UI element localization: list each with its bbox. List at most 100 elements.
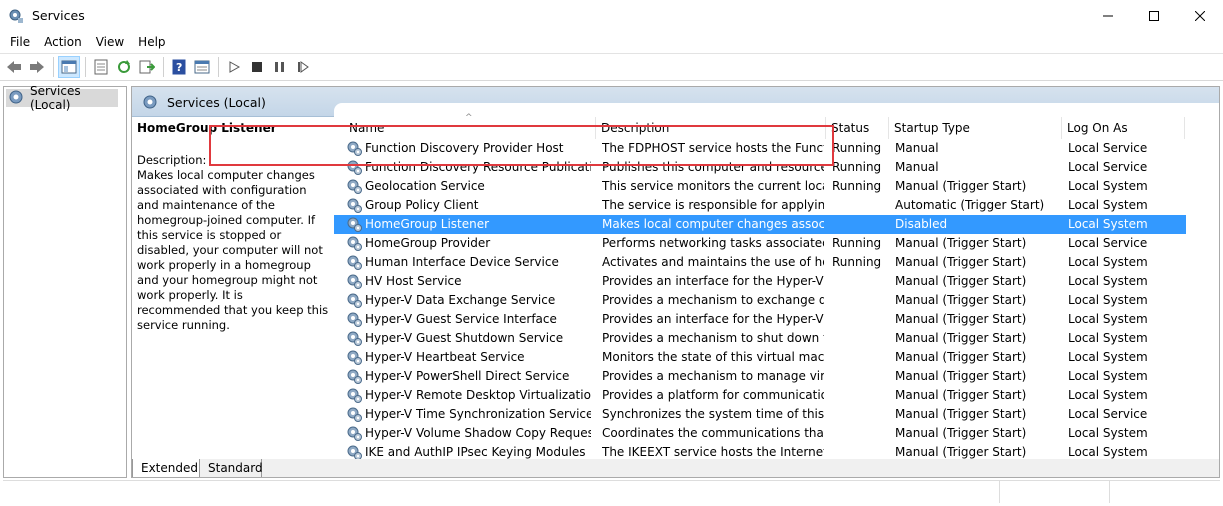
service-log-on-as: Local System [1068,350,1148,364]
service-log-on-as: Local System [1068,179,1148,193]
maximize-button[interactable] [1131,0,1177,31]
service-log-on-as: Local System [1068,293,1148,307]
properties-icon[interactable] [90,56,112,78]
table-row[interactable]: Function Discovery Resource Publication P… [334,158,1186,177]
service-description: Coordinates the communications that ... [602,426,824,440]
status-pane [1000,481,1110,503]
service-status [832,196,890,215]
column-description[interactable]: Description [596,117,826,139]
table-row[interactable]: Hyper-V Time Synchronization Service Sync… [334,405,1186,424]
service-startup-type: Manual [895,141,939,155]
menu-file[interactable]: File [3,35,37,49]
table-row-selected[interactable]: HomeGroup Listener Makes local computer c… [334,215,1186,234]
service-status [832,215,890,234]
gear-icon [8,89,24,108]
table-row[interactable]: Function Discovery Provider Host The FDPH… [334,139,1186,158]
table-row[interactable]: HV Host Service Provides an interface for… [334,272,1186,291]
service-gear-icon [346,235,363,252]
service-startup-type: Manual (Trigger Start) [895,312,1027,326]
service-log-on-as: Local Service [1068,407,1148,421]
service-status [832,329,890,348]
service-status [832,424,890,443]
selected-service-title: HomeGroup Listener [137,121,277,135]
table-row[interactable]: Hyper-V Data Exchange Service Provides a … [334,291,1186,310]
play-icon[interactable] [223,56,245,78]
status-pane [3,481,1000,503]
toolbar: ? [0,53,1223,81]
column-name[interactable]: Name [344,117,596,139]
table-row[interactable]: Hyper-V Heartbeat Service Monitors the st… [334,348,1186,367]
forward-arrow-icon[interactable] [26,56,48,78]
service-startup-type: Disabled [895,217,948,231]
console-tree-icon[interactable] [191,56,213,78]
column-startup-type[interactable]: Startup Type [889,117,1062,139]
gear-icon [142,94,158,113]
column-log-on-as[interactable]: Log On As [1062,117,1185,139]
service-gear-icon [346,159,363,176]
service-status [832,348,890,367]
menu-help[interactable]: Help [131,35,172,49]
toolbar-separator [53,57,54,77]
service-description: Makes local computer changes associat... [602,217,824,231]
service-status [832,310,890,329]
service-description: Provides a mechanism to manage virtu... [602,369,824,383]
service-startup-type: Manual (Trigger Start) [895,236,1027,250]
stop-icon[interactable] [246,56,268,78]
column-header: ^ Name Description Status Startup Type L… [334,113,1219,139]
service-description: Synchronizes the system time of this vir… [602,407,824,421]
help-icon[interactable]: ? [168,56,190,78]
service-name: Hyper-V Data Exchange Service [365,293,556,307]
service-log-on-as: Local System [1068,217,1148,231]
service-status [832,367,890,386]
service-gear-icon [346,273,363,290]
table-row[interactable]: Group Policy Client The service is respon… [334,196,1186,215]
service-status [832,405,890,424]
toolbar-separator [85,57,86,77]
refresh-icon[interactable] [113,56,135,78]
menu-bar: File Action View Help [0,31,1223,52]
service-name: Hyper-V Volume Shadow Copy Requestor [365,426,591,440]
restart-icon[interactable] [292,56,314,78]
service-name: HomeGroup Provider [365,236,491,250]
table-row[interactable]: Hyper-V PowerShell Direct Service Provide… [334,367,1186,386]
service-description: Provides an interface for the Hyper-V h.… [602,274,824,288]
service-description: Provides a mechanism to exchange dat... [602,293,824,307]
tab-extended[interactable]: Extended [132,459,200,477]
tab-standard[interactable]: Standard [200,459,263,477]
status-pane [1110,481,1220,503]
table-row[interactable]: Hyper-V Guest Service Interface Provides … [334,310,1186,329]
close-button[interactable] [1177,0,1223,31]
table-row[interactable]: Hyper-V Volume Shadow Copy Requestor Coor… [334,424,1186,443]
table-row[interactable]: HomeGroup Provider Performs networking ta… [334,234,1186,253]
show-hide-tree-icon[interactable] [58,56,80,78]
service-name: Function Discovery Provider Host [365,141,564,155]
table-row[interactable]: Human Interface Device Service Activates … [334,253,1186,272]
back-arrow-icon[interactable] [3,56,25,78]
tree-item-services-local[interactable]: Services (Local) [6,84,118,112]
service-status: Running [832,179,882,193]
toolbar-separator [218,57,219,77]
table-row[interactable]: Geolocation Service This service monitors… [334,177,1186,196]
minimize-button[interactable] [1085,0,1131,31]
service-gear-icon [346,178,363,195]
service-startup-type: Manual (Trigger Start) [895,426,1027,440]
service-gear-icon [346,368,363,385]
main-pane: Services (Local) HomeGroup Listener Desc… [131,86,1220,478]
service-log-on-as: Local Service [1068,160,1148,174]
service-gear-icon [346,349,363,366]
pause-icon[interactable] [269,56,291,78]
service-name: HV Host Service [365,274,462,288]
column-status[interactable]: Status [826,117,889,139]
service-log-on-as: Local System [1068,388,1148,402]
export-icon[interactable] [136,56,158,78]
service-log-on-as: Local System [1068,274,1148,288]
service-startup-type: Manual (Trigger Start) [895,388,1027,402]
table-row[interactable]: Hyper-V Remote Desktop Virtualization S.… [334,386,1186,405]
service-gear-icon [346,254,363,271]
tree-item-label: Services (Local) [30,84,81,112]
service-status: Running [832,160,882,174]
menu-action[interactable]: Action [37,35,89,49]
service-gear-icon [346,292,363,309]
table-row[interactable]: Hyper-V Guest Shutdown Service Provides a… [334,329,1186,348]
menu-view[interactable]: View [89,35,131,49]
